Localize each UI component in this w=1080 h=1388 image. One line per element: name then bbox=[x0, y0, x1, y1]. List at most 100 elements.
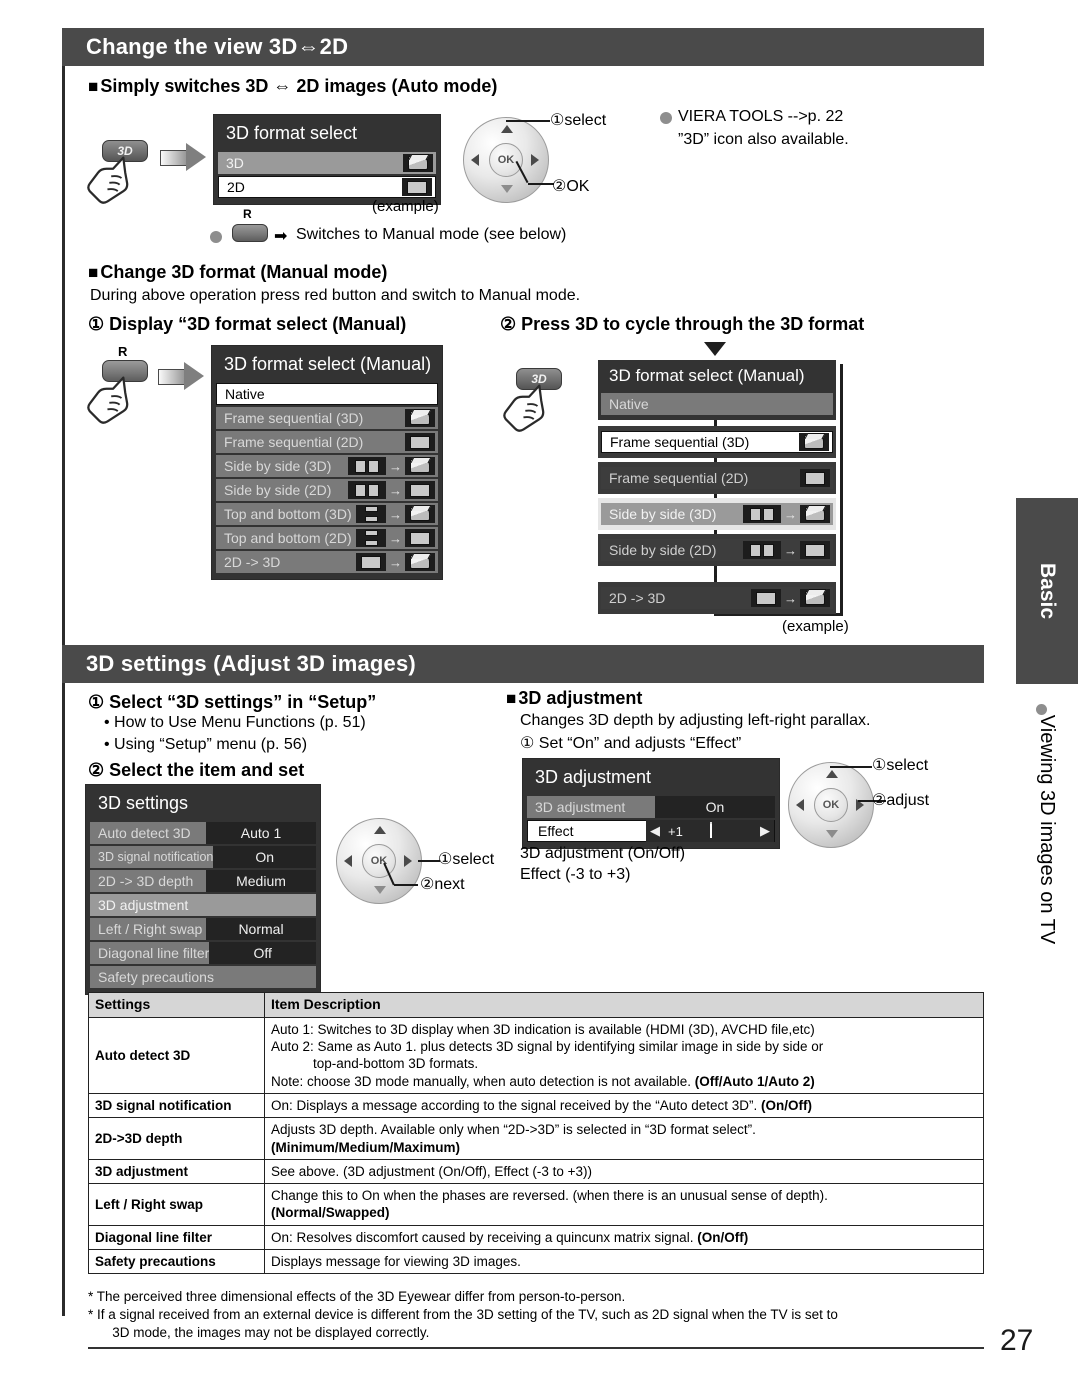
effect-slider[interactable]: ◀ +1 ▶ bbox=[646, 820, 774, 842]
red-button-letter: R bbox=[118, 344, 128, 359]
half-half-icon bbox=[348, 457, 386, 475]
cycle-row-2d-to-3d[interactable]: 2D -> 3D → bbox=[601, 587, 833, 609]
callout-ok-1: ②OK bbox=[552, 178, 590, 195]
nav-wheel-adjust[interactable]: OK bbox=[788, 762, 878, 852]
table-cell-setting-name: 3D adjustment bbox=[88, 1158, 265, 1185]
table-row: 3D signal notification On: Displays a mes… bbox=[88, 1092, 984, 1119]
nav-left-icon[interactable] bbox=[471, 154, 479, 166]
osd-row-native[interactable]: Native bbox=[216, 383, 438, 405]
footnote-2: * If a signal received from an external … bbox=[88, 1307, 838, 1341]
nav-down-icon[interactable] bbox=[826, 830, 838, 838]
nav-down-icon[interactable] bbox=[374, 886, 386, 894]
flat-icon bbox=[402, 178, 432, 196]
settings-row-3d-signal-notification[interactable]: 3D signal notification On bbox=[90, 846, 316, 868]
osd-row-frame-seq-2d[interactable]: Frame sequential (2D) bbox=[216, 431, 438, 453]
osd-row-label: Side by side (3D) bbox=[609, 506, 717, 522]
osd-row-label: Left / Right swap bbox=[98, 921, 203, 937]
nav-right-icon[interactable] bbox=[531, 154, 539, 166]
ok-button[interactable]: OK bbox=[814, 788, 848, 822]
table-cell-setting-name: 3D signal notification bbox=[88, 1092, 265, 1119]
flat-icon bbox=[751, 589, 781, 607]
callout-select-1: ①select bbox=[550, 112, 607, 129]
osd-row-frame-seq-3d[interactable]: Frame sequential (3D) bbox=[216, 407, 438, 429]
cycle-example-caption: (example) bbox=[782, 618, 849, 635]
table-cell-description: Auto 1: Switches to 3D display when 3D i… bbox=[264, 1016, 984, 1094]
osd-row-side-by-side-2d[interactable]: Side by side (2D) → bbox=[216, 479, 438, 501]
cycle-row-side-by-side-2d[interactable]: Side by side (2D) → bbox=[601, 539, 833, 561]
nav-left-icon[interactable] bbox=[796, 799, 804, 811]
effect-value: +1 bbox=[668, 823, 683, 839]
slider-thumb[interactable] bbox=[710, 824, 712, 838]
table-cell-setting-name: Diagonal line filter bbox=[88, 1224, 265, 1250]
side-tab-basic[interactable]: Basic bbox=[1016, 498, 1078, 684]
osd-row-label: Top and bottom (3D) bbox=[224, 506, 352, 522]
ok-button[interactable]: OK bbox=[489, 143, 523, 177]
osd-row-label: Native bbox=[609, 396, 649, 412]
settings-row-value[interactable]: Medium bbox=[206, 870, 316, 892]
osd-row-top-bottom-2d[interactable]: Top and bottom (2D) → bbox=[216, 527, 438, 549]
osd-row-2d[interactable]: 2D bbox=[218, 176, 436, 198]
cycle-row-side-by-side-3d[interactable]: Side by side (3D) → bbox=[601, 503, 833, 525]
adjust-row-3d-adjustment[interactable]: 3D adjustment On bbox=[527, 796, 775, 818]
settings-row-left-right-swap[interactable]: Left / Right swap Normal bbox=[90, 918, 316, 940]
osd-row-2d-to-3d[interactable]: 2D -> 3D → bbox=[216, 551, 438, 573]
flat-icon bbox=[405, 433, 435, 451]
table-cell-description: On: Resolves discomfort caused by receiv… bbox=[264, 1224, 984, 1250]
description-options: (Minimum/Medium/Maximum) bbox=[271, 1139, 461, 1155]
stack-icon bbox=[356, 529, 386, 547]
osd-row-glyphs bbox=[799, 433, 832, 451]
cycle-row-native[interactable]: Native bbox=[601, 393, 833, 415]
step-press-3d-cycle: ② Press 3D to cycle through the 3D forma… bbox=[500, 314, 865, 334]
nav-wheel-settings[interactable]: OK bbox=[336, 818, 426, 908]
flat-icon bbox=[800, 541, 830, 559]
settings-row-value[interactable]: Auto 1 bbox=[206, 822, 316, 844]
ok-button[interactable]: OK bbox=[362, 844, 396, 878]
adjust-row-value[interactable]: On bbox=[655, 796, 775, 818]
settings-row-value[interactable]: Off bbox=[209, 942, 316, 964]
callout-leader bbox=[528, 183, 554, 185]
step-display-manual: ① Display “3D format select (Manual) bbox=[88, 314, 407, 334]
callout-leader bbox=[418, 860, 440, 862]
nav-down-icon[interactable] bbox=[501, 185, 513, 193]
settings-row-safety-precautions[interactable]: Safety precautions bbox=[90, 966, 316, 988]
nav-up-icon[interactable] bbox=[501, 125, 513, 133]
osd-row-label: Top and bottom (2D) bbox=[224, 530, 352, 546]
table-row: 2D->3D depth Adjusts 3D depth. Available … bbox=[88, 1117, 984, 1160]
settings-row-value[interactable]: On bbox=[213, 846, 316, 868]
description-line: Change this to On when the phases are re… bbox=[271, 1188, 828, 1204]
arrow-right-glyph: ➡ bbox=[274, 228, 288, 245]
cube-icon bbox=[405, 409, 435, 427]
nav-right-icon[interactable] bbox=[404, 855, 412, 867]
section-heading-change-view: Change the view 3D⇔2D bbox=[62, 28, 984, 66]
settings-row-auto-detect-3d[interactable]: Auto detect 3D Auto 1 bbox=[90, 822, 316, 844]
red-button-letter: R bbox=[243, 207, 252, 221]
cycle-row-frame-seq-3d[interactable]: Frame sequential (3D) bbox=[601, 431, 833, 453]
red-button-icon bbox=[232, 224, 268, 242]
table-row: Auto detect 3D Auto 1: Switches to 3D dis… bbox=[88, 1016, 984, 1094]
nav-wheel-auto[interactable]: OK bbox=[463, 117, 553, 207]
osd-row-label: 2D bbox=[227, 179, 245, 195]
slider-right-arrow-icon[interactable]: ▶ bbox=[760, 823, 770, 839]
arrow-icon: → bbox=[389, 530, 402, 546]
osd-row-top-bottom-3d[interactable]: Top and bottom (3D) → bbox=[216, 503, 438, 525]
nav-up-icon[interactable] bbox=[826, 770, 838, 778]
settings-row-value[interactable]: Normal bbox=[206, 918, 316, 940]
adjust-row-effect[interactable]: Effect ◀ +1 ▶ bbox=[527, 820, 775, 842]
hand-press-red-button: R bbox=[78, 344, 164, 432]
osd-row-3d[interactable]: 3D bbox=[218, 152, 436, 174]
settings-row-diagonal-line-filter[interactable]: Diagonal line filter Off bbox=[90, 942, 316, 964]
nav-up-icon[interactable] bbox=[374, 826, 386, 834]
callout-leader bbox=[830, 766, 872, 768]
section-heading-3d-settings: 3D settings (Adjust 3D images) bbox=[62, 645, 984, 683]
description-line: On: Displays a message according to the … bbox=[271, 1097, 812, 1113]
osd-row-glyphs bbox=[405, 409, 438, 427]
settings-row-3d-adjustment[interactable]: 3D adjustment bbox=[90, 894, 316, 916]
osd-row-side-by-side-3d[interactable]: Side by side (3D) → bbox=[216, 455, 438, 477]
settings-row-2d-3d-depth[interactable]: 2D -> 3D depth Medium bbox=[90, 870, 316, 892]
note-effect-range: Effect (-3 to +3) bbox=[520, 866, 631, 883]
osd-3d-settings: 3D settings Auto detect 3D Auto 1 3D sig… bbox=[85, 784, 321, 995]
cycle-row-frame-seq-2d[interactable]: Frame sequential (2D) bbox=[601, 467, 833, 489]
slider-left-arrow-icon[interactable]: ◀ bbox=[646, 823, 660, 839]
nav-left-icon[interactable] bbox=[344, 855, 352, 867]
osd-row-glyphs: → bbox=[348, 457, 438, 475]
